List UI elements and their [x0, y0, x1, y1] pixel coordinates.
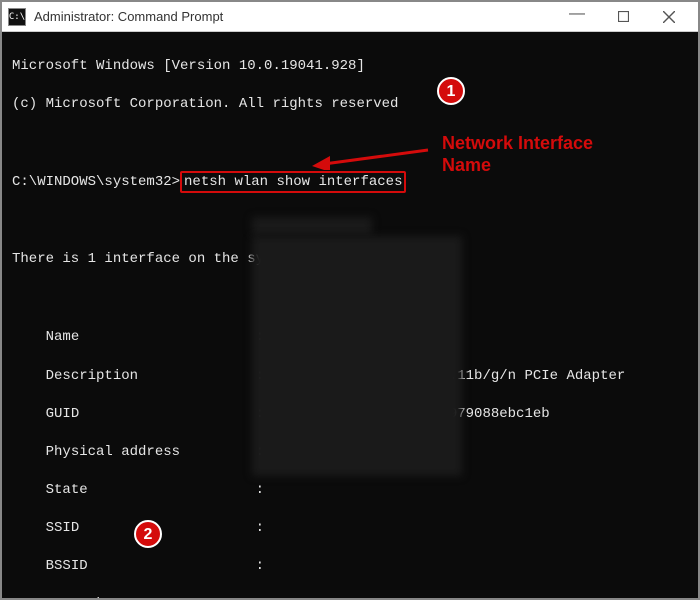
command-1-highlight: netsh wlan show interfaces	[180, 171, 406, 193]
title-bar[interactable]: C:\ Administrator: Command Prompt —	[2, 2, 698, 32]
close-button[interactable]	[646, 2, 692, 32]
kv-nettype: Network type:	[12, 595, 688, 598]
annotation-callout-label: Network Interface Name	[442, 132, 632, 176]
minimize-button[interactable]: —	[554, 0, 600, 29]
kv-bssid: BSSID:	[12, 557, 688, 576]
maximize-button[interactable]	[600, 2, 646, 32]
annotation-arrow-icon	[310, 142, 430, 170]
window-title: Administrator: Command Prompt	[34, 9, 223, 24]
window-frame: C:\ Administrator: Command Prompt — Micr…	[0, 0, 700, 600]
redaction-overlay	[252, 236, 462, 476]
prompt-path: C:\WINDOWS\system32>	[12, 174, 180, 190]
banner-line-2: (c) Microsoft Corporation. All rights re…	[12, 95, 688, 114]
kv-state: State:	[12, 481, 688, 500]
redaction-overlay	[252, 217, 372, 235]
annotation-badge-2: 2	[134, 520, 162, 548]
kv-ssid: SSID:	[12, 519, 688, 538]
terminal-body[interactable]: Microsoft Windows [Version 10.0.19041.92…	[2, 32, 698, 598]
app-icon: C:\	[8, 8, 26, 26]
annotation-badge-1: 1	[437, 77, 465, 105]
banner-line-1: Microsoft Windows [Version 10.0.19041.92…	[12, 57, 688, 76]
